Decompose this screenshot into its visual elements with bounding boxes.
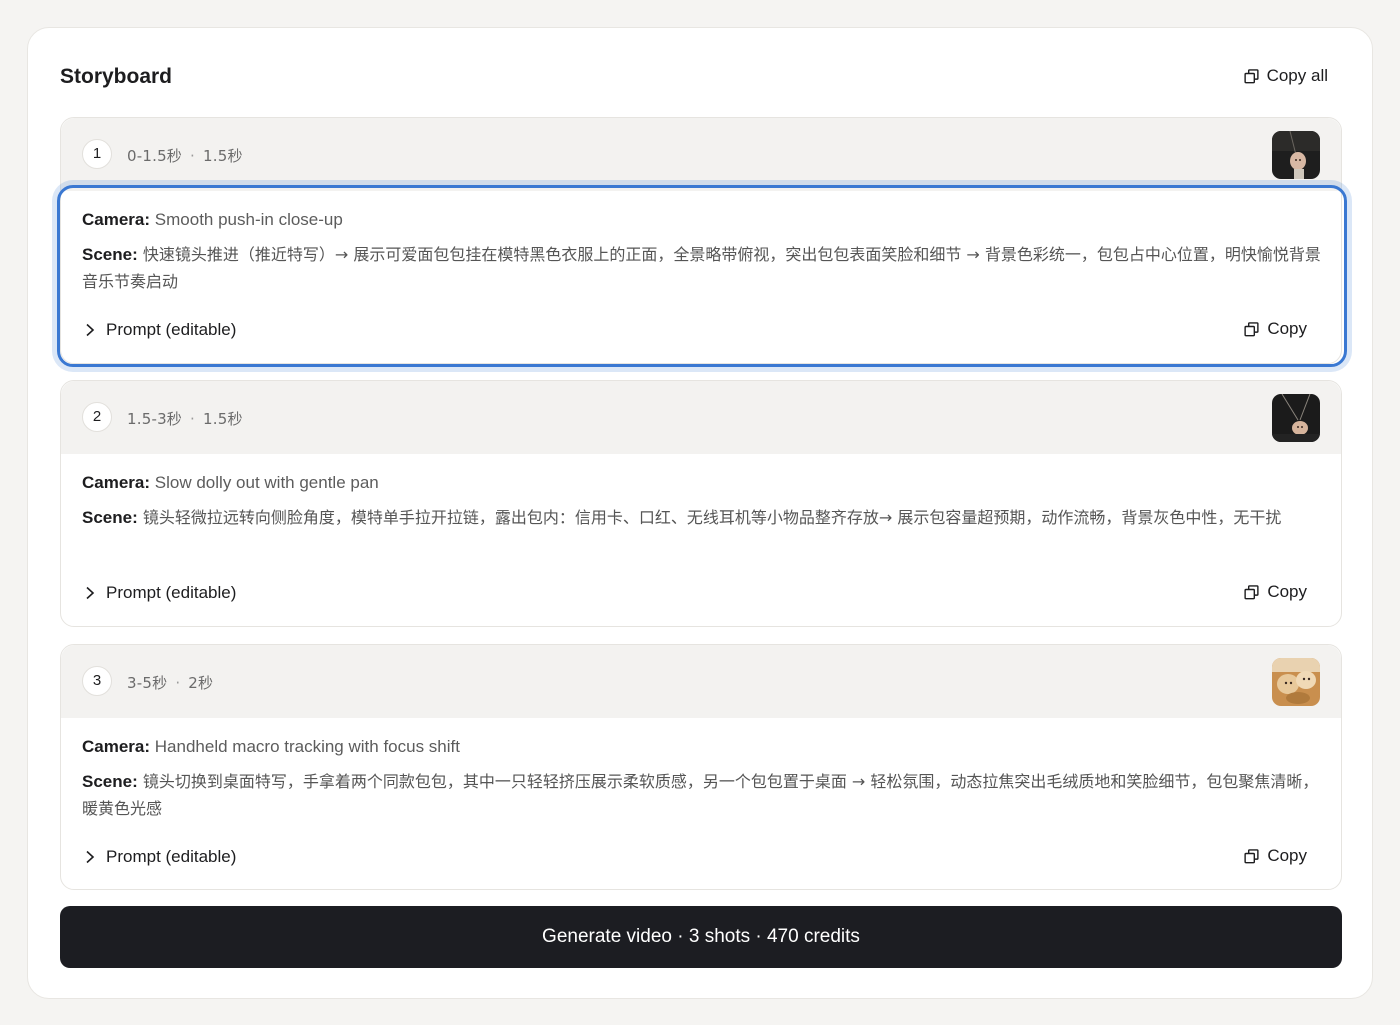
shot-number-badge: 3 [82,666,112,696]
copy-all-button[interactable]: Copy all [1244,66,1328,86]
shot-duration: 1.5秒 [202,410,243,428]
prompt-label: Prompt (editable) [106,847,237,866]
thumbnail-dark-bag-side-icon [1272,394,1320,442]
copy-icon [1244,321,1259,336]
camera-label: Camera: [82,210,151,229]
prompt-label: Prompt (editable) [106,583,237,602]
shot-thumbnail[interactable] [1272,658,1320,706]
shot-card: 1 0-1.5秒 · 1.5秒 Camera: Smooth push-in c… [57,117,1347,367]
copy-button[interactable]: Copy [1244,319,1307,339]
copy-icon [1244,848,1259,863]
scene-value: 镜头切换到桌面特写，手拿着两个同款包包，其中一只轻轻挤压展示柔软质感，另一个包包… [82,772,1319,818]
shot-range: 1.5-3秒 [127,410,183,428]
prompt-toggle[interactable]: Prompt (editable) [84,847,236,867]
shot-timing: 1.5-3秒 · 1.5秒 [127,410,243,428]
copy-button[interactable]: Copy [1244,846,1307,866]
shot-duration: 1.5秒 [202,147,243,165]
scene-line: Scene: 镜头切换到桌面特写，手拿着两个同款包包，其中一只轻轻挤压展示柔软质… [82,768,1324,822]
camera-line: Camera: Handheld macro tracking with foc… [82,737,460,757]
generate-video-button[interactable]: Generate video · 3 shots · 470 credits [60,906,1342,968]
scene-line: Scene: 快速镜头推进（推近特写）→ 展示可爱面包包挂在模特黑色衣服上的正面… [82,241,1324,295]
camera-value: Smooth push-in close-up [154,210,343,229]
copy-icon [1244,584,1259,599]
chevron-right-icon [86,586,95,600]
camera-label: Camera: [82,737,151,756]
copy-label: Copy [1267,846,1307,865]
camera-value: Handheld macro tracking with focus shift [154,737,460,756]
copy-all-label: Copy all [1266,66,1328,85]
shot-number-badge: 2 [82,402,112,432]
panel-title: Storyboard [60,65,173,88]
camera-line: Camera: Smooth push-in close-up [82,210,343,230]
copy-label: Copy [1267,582,1307,601]
shot-header: 2 1.5-3秒 · 1.5秒 [61,381,1341,454]
prompt-toggle[interactable]: Prompt (editable) [84,320,236,340]
scene-label: Scene: [82,508,138,527]
scene-label: Scene: [82,245,138,264]
shot-card: 3 3-5秒 · 2秒 Camera: Handheld macro track… [60,644,1342,890]
shot-timing: 0-1.5秒 · 1.5秒 [127,147,243,165]
prompt-toggle[interactable]: Prompt (editable) [84,583,236,603]
storyboard-panel: Storyboard Copy all 1 0-1.5秒 · 1.5秒 Came… [27,27,1373,999]
copy-icon [1244,68,1259,83]
scene-value: 快速镜头推进（推近特写）→ 展示可爱面包包挂在模特黑色衣服上的正面，全景略带俯视… [82,245,1321,291]
shot-duration: 2秒 [188,674,214,692]
shot-header: 1 0-1.5秒 · 1.5秒 [61,118,1341,191]
shot-header: 3 3-5秒 · 2秒 [61,645,1341,718]
camera-line: Camera: Slow dolly out with gentle pan [82,473,379,493]
scene-label: Scene: [82,772,138,791]
shot-range: 3-5秒 [127,674,168,692]
shot-number-badge: 1 [82,139,112,169]
camera-value: Slow dolly out with gentle pan [154,473,379,492]
shot-thumbnail[interactable] [1272,131,1320,179]
copy-label: Copy [1267,319,1307,338]
shot-range: 0-1.5秒 [127,147,183,165]
thumbnail-bread-bags-icon [1272,658,1320,706]
thumbnail-dark-bag-icon [1272,131,1320,179]
prompt-label: Prompt (editable) [106,320,237,339]
shot-thumbnail[interactable] [1272,394,1320,442]
chevron-right-icon [86,323,95,337]
scene-value: 镜头轻微拉远转向侧脸角度，模特单手拉开拉链，露出包内：信用卡、口红、无线耳机等小… [142,508,1282,527]
camera-label: Camera: [82,473,151,492]
shot-timing: 3-5秒 · 2秒 [127,674,214,692]
shot-card: 2 1.5-3秒 · 1.5秒 Camera: Slow dolly out w… [60,380,1342,627]
copy-button[interactable]: Copy [1244,582,1307,602]
chevron-right-icon [86,850,95,864]
scene-line: Scene: 镜头轻微拉远转向侧脸角度，模特单手拉开拉链，露出包内：信用卡、口红… [82,504,1324,531]
